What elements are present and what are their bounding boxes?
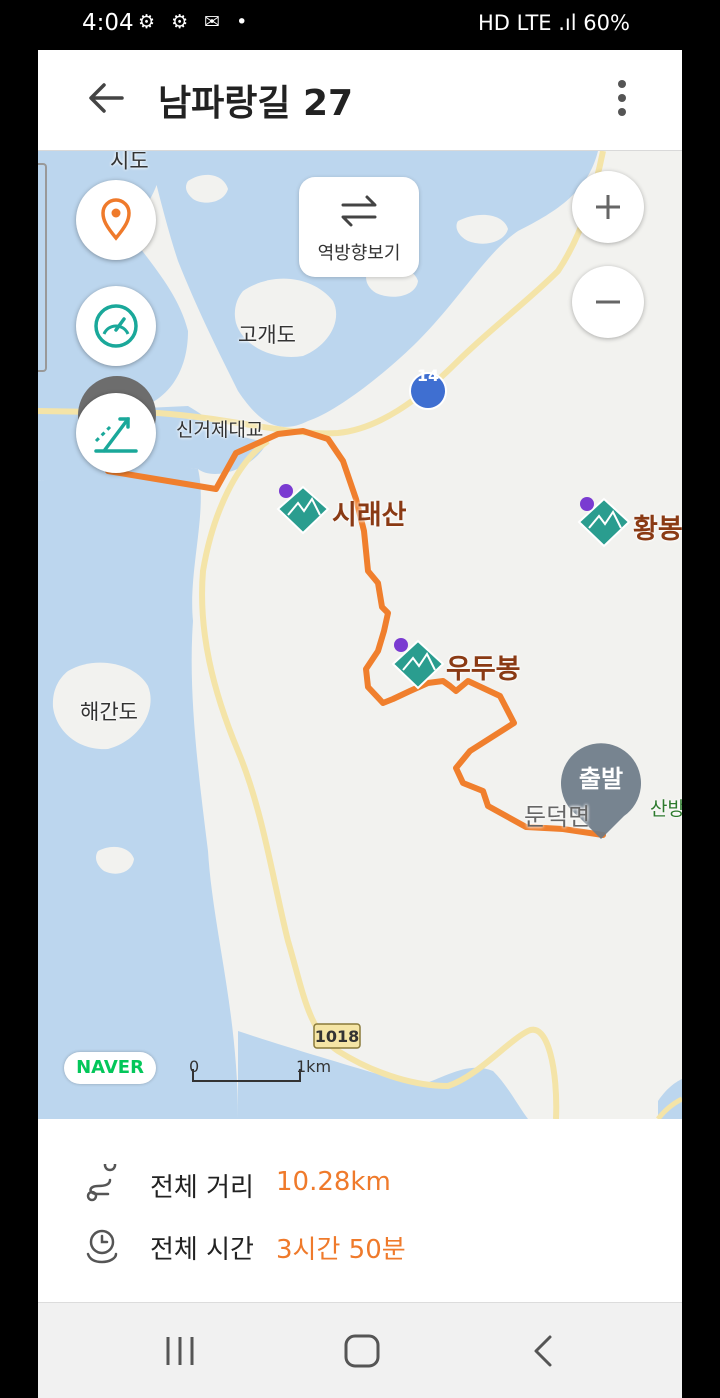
trail-summary: 전체 거리 10.28km 전체 시간 3시간 50분: [38, 1119, 682, 1299]
time-row: 전체 시간 3시간 50분: [38, 1221, 682, 1271]
zoom-out-button[interactable]: [572, 266, 644, 338]
road-1018: [199, 438, 560, 1119]
system-nav-bar: [38, 1302, 682, 1398]
time-label: 전체 시간: [150, 1235, 254, 1265]
chevron-left-icon: [534, 1335, 552, 1367]
status-time: 4:04: [82, 10, 134, 36]
naver-logo-text: NAVER: [76, 1057, 144, 1078]
app-screen: 남파랑길 27 14 1018 출발 0 1km 시도 고개도 신거제대교 해간…: [38, 50, 682, 1398]
home-icon: [344, 1334, 380, 1368]
time-value: 3시간 50분: [276, 1235, 406, 1265]
page-title: 남파랑길 27: [158, 83, 354, 124]
more-options-button[interactable]: [610, 76, 634, 120]
location-button[interactable]: [76, 180, 156, 260]
route-distance-icon: [86, 1164, 117, 1202]
back-button[interactable]: [86, 76, 126, 120]
recent-apps-icon: [166, 1337, 194, 1365]
trail-map[interactable]: 14 1018 출발 0 1km 시도 고개도 신거제대교 해간도 둔덕면 산방…: [38, 151, 682, 1119]
label-singeoje-bridge: 신거제대교: [176, 419, 264, 441]
system-back-button[interactable]: [522, 1331, 566, 1371]
peak-icon-hwangbong: [577, 497, 631, 548]
system-status: HD LTE .ıl 60%: [478, 11, 630, 35]
app-bar: 남파랑길 27: [38, 50, 682, 151]
elevation-button[interactable]: [76, 393, 156, 473]
back-arrow-icon: [89, 83, 124, 113]
peak-label-udubong[interactable]: 우두봉: [446, 647, 521, 686]
distance-value: 10.28km: [276, 1167, 391, 1197]
elevation-icon: [94, 417, 138, 453]
more-vertical-icon: [618, 80, 626, 116]
notification-icons: ⚙ ⚙ ✉ •: [138, 11, 253, 33]
plus-icon: [596, 195, 620, 219]
start-marker-label: 출발: [579, 765, 623, 793]
label-sido: 시도: [110, 151, 149, 173]
distance-row: 전체 거리 10.28km: [38, 1159, 682, 1209]
speedometer-icon: [94, 304, 138, 348]
road-shield-1018-text: 1018: [315, 1027, 360, 1046]
reverse-direction-label: 역방향보기: [317, 243, 401, 264]
minus-icon: [596, 300, 620, 304]
home-button[interactable]: [340, 1331, 384, 1371]
peak-label-hwangbong[interactable]: 황봉: [633, 507, 682, 546]
peak-label-siraesan[interactable]: 시래산: [332, 493, 407, 532]
status-bar: 4:04 ⚙ ⚙ ✉ • HD LTE .ıl 60%: [0, 0, 720, 50]
naver-logo-badge: NAVER: [64, 1052, 156, 1084]
distance-label: 전체 거리: [150, 1173, 254, 1203]
label-haegando: 해간도: [80, 700, 138, 724]
label-sanbang: 산방: [650, 798, 682, 820]
zoom-in-button[interactable]: [572, 171, 644, 243]
sea-west-lower: [38, 466, 238, 1119]
peak-icon-siraesan: [276, 484, 330, 535]
scale-zero: 0: [189, 1057, 199, 1076]
label-dundeok: 둔덕면: [524, 803, 591, 831]
location-pin-icon: [101, 198, 131, 241]
road-shield-14-text: 14: [417, 366, 439, 385]
speed-button[interactable]: [76, 286, 156, 366]
recent-apps-button[interactable]: [158, 1331, 202, 1371]
scale-km: 1km: [296, 1057, 331, 1076]
swap-arrows-icon: [341, 195, 377, 227]
label-gogaedo: 고개도: [238, 323, 296, 347]
side-panel-handle[interactable]: [38, 163, 47, 372]
reverse-direction-button[interactable]: 역방향보기: [299, 177, 419, 277]
clock-time-icon: [86, 1229, 118, 1264]
